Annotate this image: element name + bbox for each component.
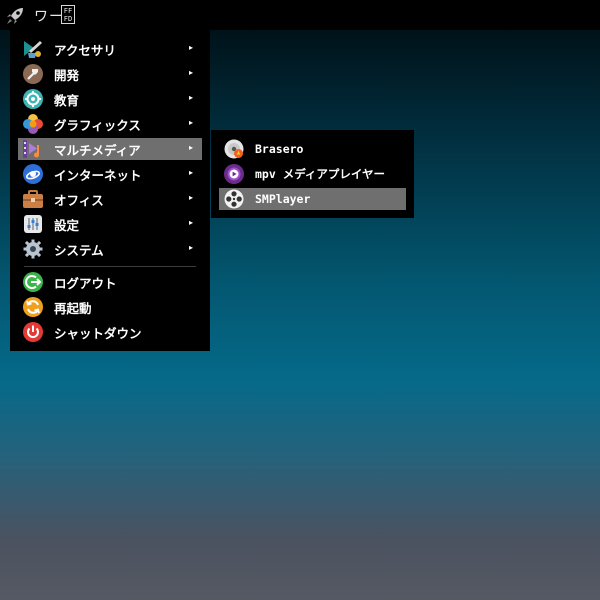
system-icon [23, 239, 43, 259]
menu-item-internet[interactable]: インターネット ▸ [18, 163, 202, 185]
multimedia-icon [23, 140, 39, 158]
menu-item-development[interactable]: 開発 ▸ [18, 63, 202, 85]
menu-item-accessories[interactable]: アクセサリ ▸ [18, 38, 202, 60]
menu-item-office[interactable]: オフィス ▸ [18, 188, 202, 210]
menu-separator [24, 266, 196, 267]
submenu-arrow-icon: ▸ [188, 68, 193, 77]
menu-item-label: アクセサリ [54, 42, 116, 58]
logout-icon [23, 272, 43, 292]
menu-item-shutdown[interactable]: シャットダウン [18, 321, 202, 343]
brasero-disc-icon [224, 139, 244, 159]
workspace-label[interactable]: ワー [34, 6, 64, 26]
submenu-arrow-icon: ▸ [188, 243, 193, 252]
menu-item-education[interactable]: 教育 ▸ [18, 88, 202, 110]
development-icon [23, 64, 43, 84]
hex-glyph-top: FF [63, 7, 73, 15]
submenu-item-smplayer[interactable]: SMPlayer [219, 188, 406, 210]
education-icon [23, 89, 43, 109]
hex-glyph-bottom: FD [63, 15, 73, 23]
submenu-arrow-icon: ▸ [188, 193, 193, 202]
menu-item-graphics[interactable]: グラフィックス ▸ [18, 113, 202, 135]
top-panel: ワー FF FD [0, 0, 600, 30]
menu-item-label: ログアウト [54, 275, 117, 291]
office-icon [23, 190, 43, 208]
submenu-arrow-icon: ▸ [188, 43, 193, 52]
menu-item-label: オフィス [54, 192, 104, 208]
menu-item-label: 開発 [54, 67, 80, 83]
shutdown-icon [23, 322, 43, 342]
menu-item-reboot[interactable]: 再起動 [18, 296, 202, 318]
reboot-icon [23, 297, 43, 317]
menu-item-label: マルチメディア [54, 142, 141, 158]
menu-item-settings[interactable]: 設定 ▸ [18, 213, 202, 235]
internet-icon [23, 164, 43, 184]
menu-item-label: 教育 [54, 92, 80, 108]
submenu-arrow-icon: ▸ [188, 218, 193, 227]
submenu-item-label: Brasero [255, 142, 304, 156]
accessories-icon [24, 41, 42, 58]
menu-item-label: 設定 [54, 217, 80, 233]
menu-item-label: システム [54, 242, 104, 258]
menu-item-label: グラフィックス [54, 117, 141, 133]
submenu-item-label: SMPlayer [255, 192, 311, 206]
graphics-icon [23, 114, 43, 134]
smplayer-reel-icon [224, 189, 244, 209]
submenu-item-mpv[interactable]: mpv メディアプレイヤー [219, 163, 406, 185]
menu-item-logout[interactable]: ログアウト [18, 271, 202, 293]
submenu-item-brasero[interactable]: Brasero [219, 138, 406, 160]
mpv-play-icon [224, 164, 244, 184]
submenu-arrow-icon: ▸ [188, 168, 193, 177]
submenu-arrow-icon: ▸ [188, 143, 193, 152]
submenu-item-label: mpv メディアプレイヤー [255, 167, 386, 181]
menu-item-multimedia[interactable]: マルチメディア ▸ [18, 138, 202, 160]
menu-item-label: シャットダウン [54, 325, 142, 341]
submenu-arrow-icon: ▸ [188, 118, 193, 127]
menu-item-system[interactable]: システム ▸ [18, 238, 202, 260]
submenu-arrow-icon: ▸ [188, 93, 193, 102]
settings-icon [24, 215, 42, 233]
menu-item-label: インターネット [54, 167, 142, 183]
missing-glyph-box: FF FD [61, 5, 75, 24]
multimedia-submenu: Brasero mpv メディアプレイヤー SMPlayer [211, 130, 414, 218]
rocket-icon[interactable] [4, 5, 26, 27]
application-menu: アクセサリ ▸ 開発 ▸ 教育 ▸ グラフィックス ▸ マルチメディア ▸ イン… [10, 30, 210, 351]
menu-item-label: 再起動 [54, 300, 92, 316]
